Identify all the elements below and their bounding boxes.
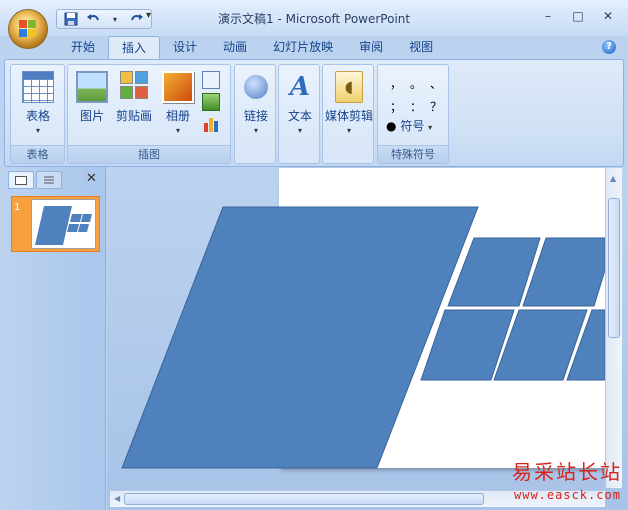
- watermark-text: 易采站长站: [512, 460, 622, 484]
- office-button[interactable]: [8, 9, 48, 49]
- vertical-scrollbar[interactable]: ▲: [605, 168, 622, 488]
- scroll-left-icon[interactable]: ◀: [114, 494, 120, 503]
- scroll-up-icon[interactable]: ▲: [610, 174, 616, 183]
- office-logo-icon: [19, 20, 37, 38]
- horizontal-scroll-thumb[interactable]: [124, 493, 484, 505]
- vertical-scroll-thumb[interactable]: [608, 198, 620, 338]
- slide-shapes: [121, 206, 606, 469]
- watermark-url: www.easck.com: [514, 488, 621, 502]
- large-parallelogram-shape: [121, 206, 479, 469]
